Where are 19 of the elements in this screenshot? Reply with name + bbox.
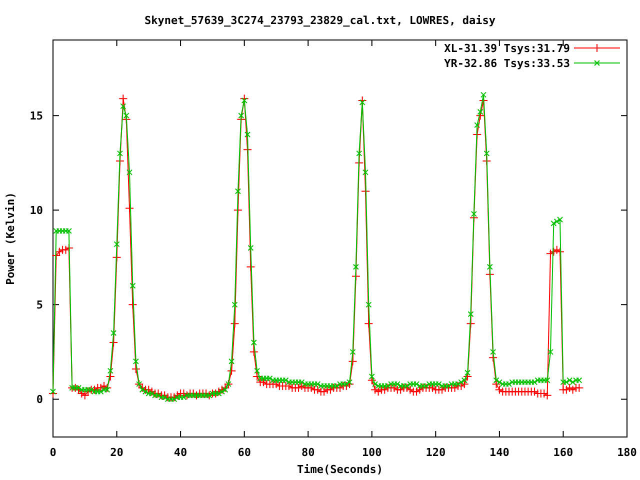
chart-title: Skynet_57639_3C274_23793_23829_cal.txt, LOWRES, daisy <box>144 14 496 27</box>
tick-label: 140 <box>490 446 510 459</box>
tick-label: 0 <box>50 446 56 459</box>
tick-label: 20 <box>110 446 124 459</box>
x-axis-label: Time(Seconds) <box>296 463 384 476</box>
tick-label: 0 <box>36 393 43 406</box>
legend-label: XL-31.39 Tsys:31.79 <box>444 42 570 55</box>
tick-label: 80 <box>301 446 315 459</box>
tick-label: 120 <box>426 446 446 459</box>
tick-label: 100 <box>362 446 382 459</box>
tick-label: 60 <box>238 446 251 459</box>
tick-label: 160 <box>553 446 574 459</box>
tick-label: 180 <box>617 446 637 459</box>
tick-label: 10 <box>30 204 43 218</box>
tick-label: 40 <box>174 446 188 459</box>
tick-label: 5 <box>36 298 43 312</box>
y-axis-label: Power (Kelvin) <box>4 192 17 285</box>
tick-label: 15 <box>30 110 43 123</box>
legend-label: YR-32.86 Tsys:33.53 <box>444 57 570 70</box>
